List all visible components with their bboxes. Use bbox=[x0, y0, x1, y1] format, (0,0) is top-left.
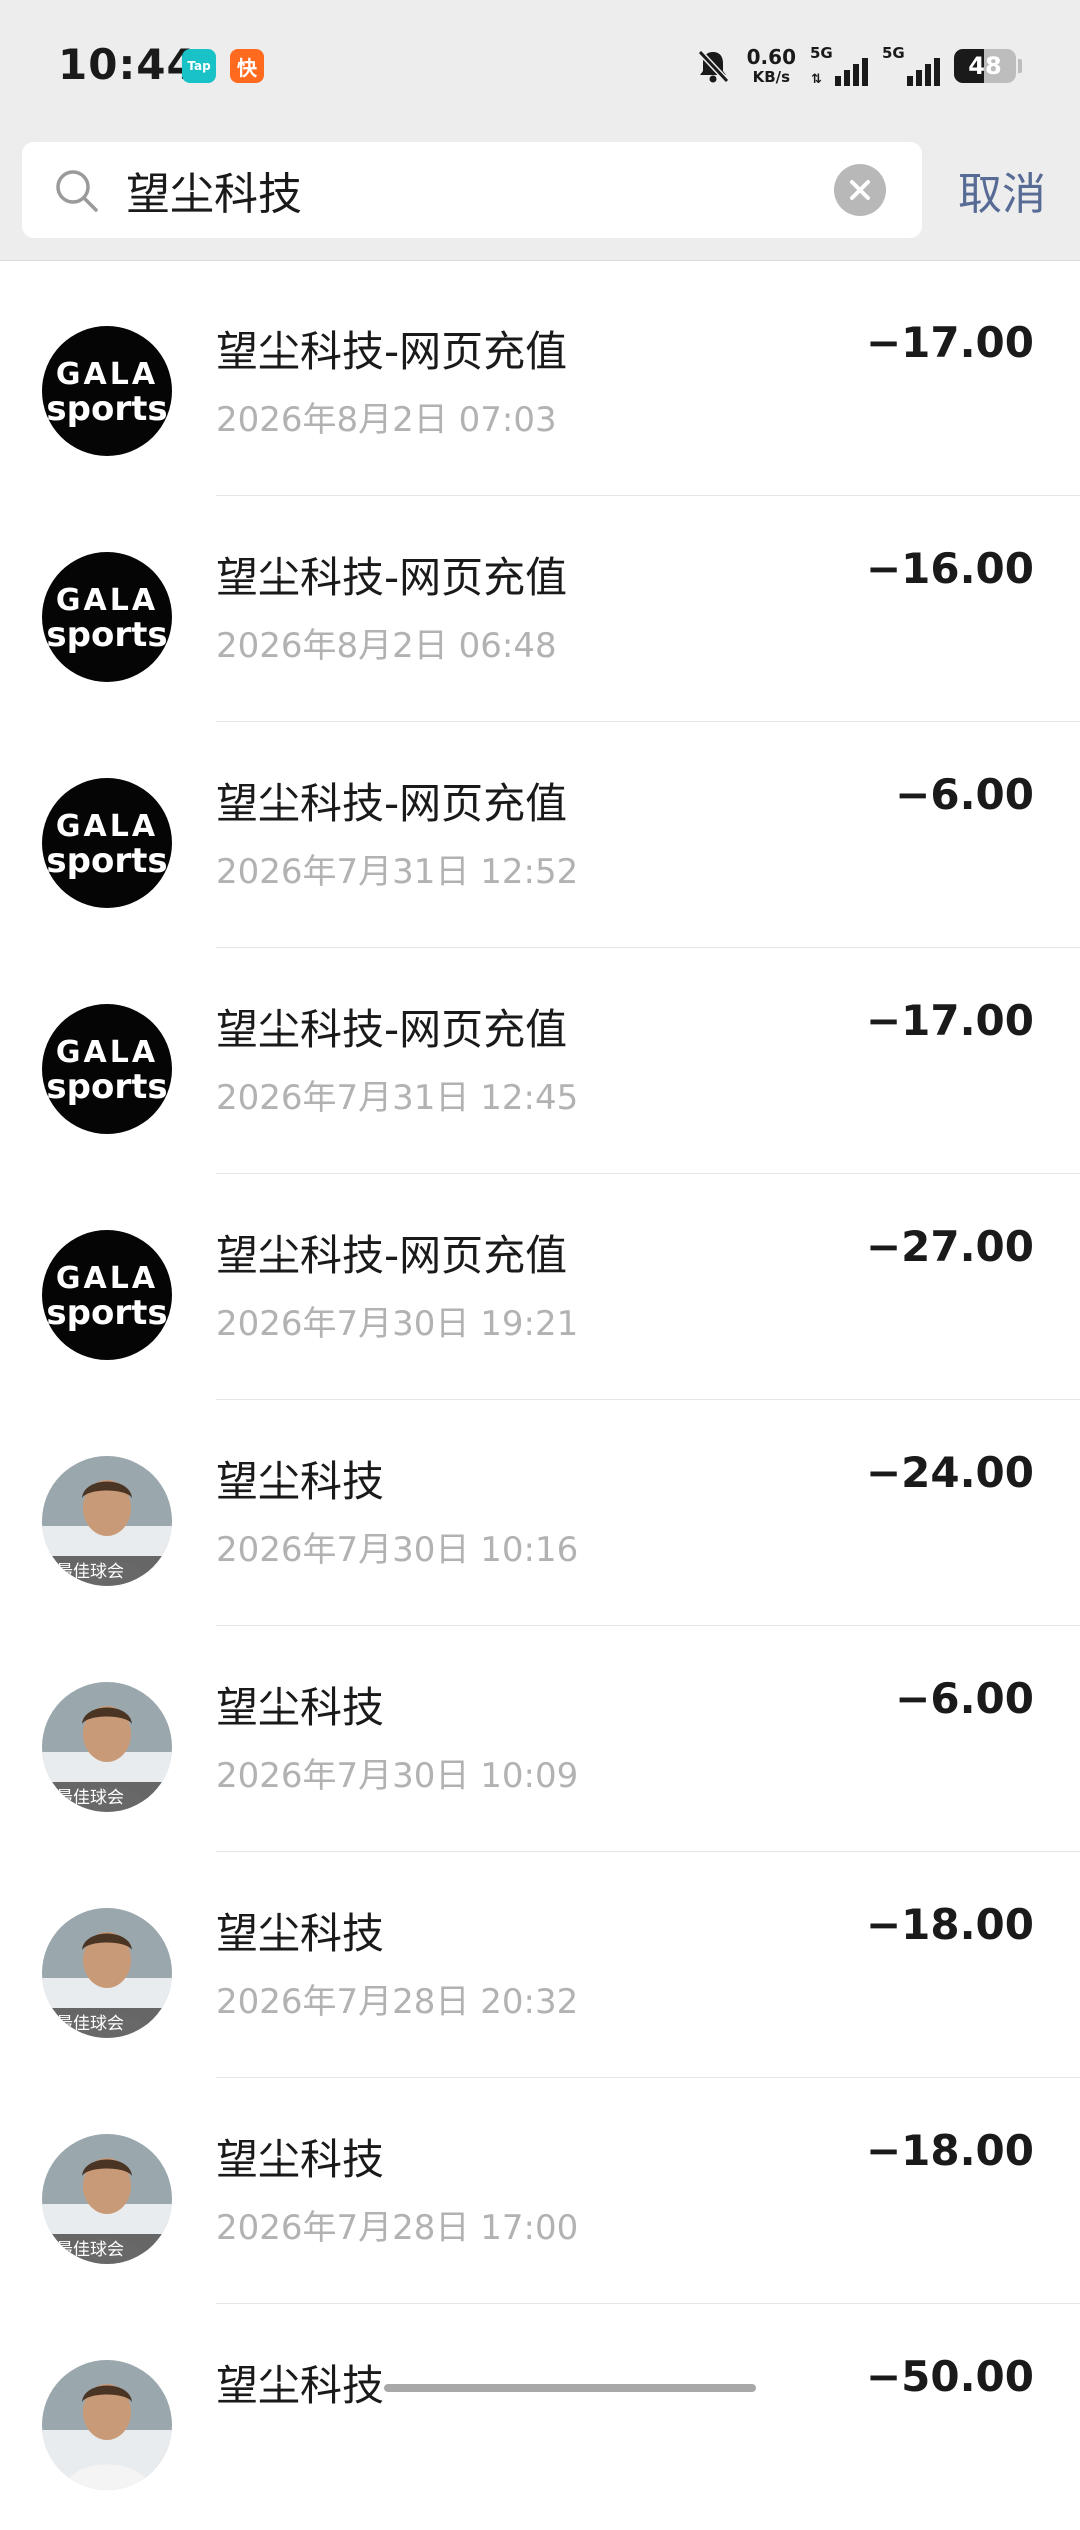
network-speed: 0.60 KB/s bbox=[747, 47, 796, 85]
signal-bars-icon bbox=[907, 58, 940, 86]
home-gesture-bar[interactable] bbox=[384, 2384, 756, 2392]
signal-label: 5G bbox=[810, 44, 833, 62]
battery-tip bbox=[1018, 59, 1022, 73]
status-time: 10:44 bbox=[58, 40, 197, 89]
player-photo-avatar bbox=[42, 2360, 172, 2490]
player-photo-image: 最佳球会 bbox=[42, 1456, 172, 1586]
transaction-amount: −16.00 bbox=[865, 544, 1034, 593]
player-photo-image: 最佳球会 bbox=[42, 1908, 172, 2038]
transaction-row[interactable]: GALA sports 望尘科技-网页充值 2026年8月2日 06:48 −1… bbox=[0, 496, 1080, 722]
player-caption: 最佳球会 bbox=[56, 2240, 124, 2260]
transaction-title: 望尘科技-网页充值 bbox=[216, 327, 568, 376]
transaction-title: 望尘科技 bbox=[216, 2135, 385, 2184]
transaction-row[interactable]: 最佳球会 望尘科技 2026年7月30日 10:16 −24.00 bbox=[0, 1400, 1080, 1626]
search-header: 取消 bbox=[0, 132, 1080, 261]
transaction-amount: −18.00 bbox=[865, 1900, 1034, 1949]
transaction-row[interactable]: 最佳球会 望尘科技 2026年7月30日 10:09 −6.00 bbox=[0, 1626, 1080, 1852]
taptap-app-icon: Tap bbox=[182, 49, 216, 83]
transaction-date: 2026年7月31日 12:52 bbox=[216, 852, 579, 892]
transaction-row[interactable]: GALA sports 望尘科技-网页充值 2026年7月31日 12:52 −… bbox=[0, 722, 1080, 948]
avatar-logo-bottom: sports bbox=[46, 841, 168, 881]
player-photo-image: 最佳球会 bbox=[42, 1682, 172, 1812]
network-speed-value: 0.60 bbox=[746, 45, 796, 69]
gala-sports-avatar: GALA sports bbox=[42, 778, 172, 908]
search-box[interactable] bbox=[22, 142, 922, 238]
transaction-date: 2026年7月31日 12:45 bbox=[216, 1078, 579, 1118]
transaction-date: 2026年7月30日 10:09 bbox=[216, 1756, 579, 1796]
transaction-row[interactable]: GALA sports 望尘科技-网页充值 2026年7月30日 19:21 −… bbox=[0, 1174, 1080, 1400]
transaction-title: 望尘科技 bbox=[216, 1909, 385, 1958]
player-photo-avatar: 最佳球会 bbox=[42, 2134, 172, 2264]
transaction-amount: −24.00 bbox=[865, 1448, 1034, 1497]
transaction-list: GALA sports 望尘科技-网页充值 2026年8月2日 07:03 −1… bbox=[0, 270, 1080, 2530]
signal-5g-secondary: 5G bbox=[882, 44, 940, 88]
transaction-amount: −17.00 bbox=[865, 996, 1034, 1045]
transaction-title: 望尘科技-网页充值 bbox=[216, 1005, 568, 1054]
avatar-logo-bottom: sports bbox=[46, 615, 168, 655]
cancel-button[interactable]: 取消 bbox=[958, 158, 1046, 222]
status-icons: 0.60 KB/s 5G ⇅ 5G 48 bbox=[693, 38, 1022, 94]
transaction-row[interactable]: 最佳球会 望尘科技 2026年7月28日 17:00 −18.00 bbox=[0, 2078, 1080, 2304]
avatar-logo-top: GALA bbox=[55, 357, 159, 392]
player-caption: 最佳球会 bbox=[56, 1562, 124, 1582]
avatar-logo-bottom: sports bbox=[46, 389, 168, 429]
clear-search-button[interactable] bbox=[834, 164, 886, 216]
transaction-amount: −27.00 bbox=[865, 1222, 1034, 1271]
player-photo-avatar: 最佳球会 bbox=[42, 1908, 172, 2038]
player-caption: 最佳球会 bbox=[56, 1788, 124, 1808]
signal-label: 5G bbox=[882, 44, 905, 62]
transaction-row[interactable]: 最佳球会 望尘科技 2026年7月28日 20:32 −18.00 bbox=[0, 1852, 1080, 2078]
kuaishou-app-icon: 快 bbox=[230, 49, 264, 83]
transaction-date: 2026年8月2日 07:03 bbox=[216, 400, 557, 440]
avatar-logo-top: GALA bbox=[55, 583, 159, 618]
avatar-logo-bottom: sports bbox=[46, 1067, 168, 1107]
transaction-title: 望尘科技 bbox=[216, 1457, 385, 1506]
transaction-row[interactable]: GALA sports 望尘科技-网页充值 2026年7月31日 12:45 −… bbox=[0, 948, 1080, 1174]
status-bar: 10:44 Tap 快 0.60 KB/s 5G ⇅ 5G 48 bbox=[0, 0, 1080, 132]
transaction-title: 望尘科技 bbox=[216, 2361, 385, 2410]
avatar-logo-top: GALA bbox=[55, 1261, 159, 1296]
transaction-amount: −6.00 bbox=[895, 770, 1034, 819]
signal-bars-icon bbox=[835, 58, 868, 86]
transaction-date: 2026年7月28日 20:32 bbox=[216, 1982, 579, 2022]
transaction-date: 2026年7月28日 17:00 bbox=[216, 2208, 579, 2248]
gala-sports-avatar: GALA sports bbox=[42, 1230, 172, 1360]
transaction-row[interactable]: 望尘科技 −50.00 bbox=[0, 2304, 1080, 2530]
close-icon bbox=[850, 180, 870, 200]
data-arrows-icon: ⇅ bbox=[811, 72, 822, 87]
player-photo-avatar: 最佳球会 bbox=[42, 1682, 172, 1812]
gala-sports-avatar: GALA sports bbox=[42, 1004, 172, 1134]
search-icon bbox=[56, 170, 98, 212]
transaction-title: 望尘科技-网页充值 bbox=[216, 1231, 568, 1280]
battery-level: 48 bbox=[968, 52, 1002, 80]
avatar-logo-top: GALA bbox=[55, 809, 159, 844]
network-speed-unit: KB/s bbox=[752, 68, 791, 86]
transaction-title: 望尘科技-网页充值 bbox=[216, 779, 568, 828]
gala-sports-avatar: GALA sports bbox=[42, 326, 172, 456]
battery-icon: 48 bbox=[954, 49, 1016, 83]
transaction-amount: −50.00 bbox=[865, 2352, 1034, 2401]
transaction-amount: −17.00 bbox=[865, 318, 1034, 367]
transaction-title: 望尘科技 bbox=[216, 1683, 385, 1732]
transaction-date: 2026年8月2日 06:48 bbox=[216, 626, 557, 666]
avatar-logo-bottom: sports bbox=[46, 1293, 168, 1333]
player-photo-avatar: 最佳球会 bbox=[42, 1456, 172, 1586]
avatar-logo-top: GALA bbox=[55, 1035, 159, 1070]
transaction-amount: −6.00 bbox=[895, 1674, 1034, 1723]
search-input[interactable] bbox=[126, 142, 826, 238]
player-photo-image bbox=[42, 2360, 172, 2490]
signal-5g-primary: 5G ⇅ bbox=[810, 44, 868, 88]
player-caption: 最佳球会 bbox=[56, 2014, 124, 2034]
gala-sports-avatar: GALA sports bbox=[42, 552, 172, 682]
transaction-date: 2026年7月30日 10:16 bbox=[216, 1530, 579, 1570]
transaction-row[interactable]: GALA sports 望尘科技-网页充值 2026年8月2日 07:03 −1… bbox=[0, 270, 1080, 496]
player-photo-image: 最佳球会 bbox=[42, 2134, 172, 2264]
mute-bell-icon bbox=[697, 49, 729, 84]
transaction-amount: −18.00 bbox=[865, 2126, 1034, 2175]
transaction-title: 望尘科技-网页充值 bbox=[216, 553, 568, 602]
transaction-date: 2026年7月30日 19:21 bbox=[216, 1304, 579, 1344]
